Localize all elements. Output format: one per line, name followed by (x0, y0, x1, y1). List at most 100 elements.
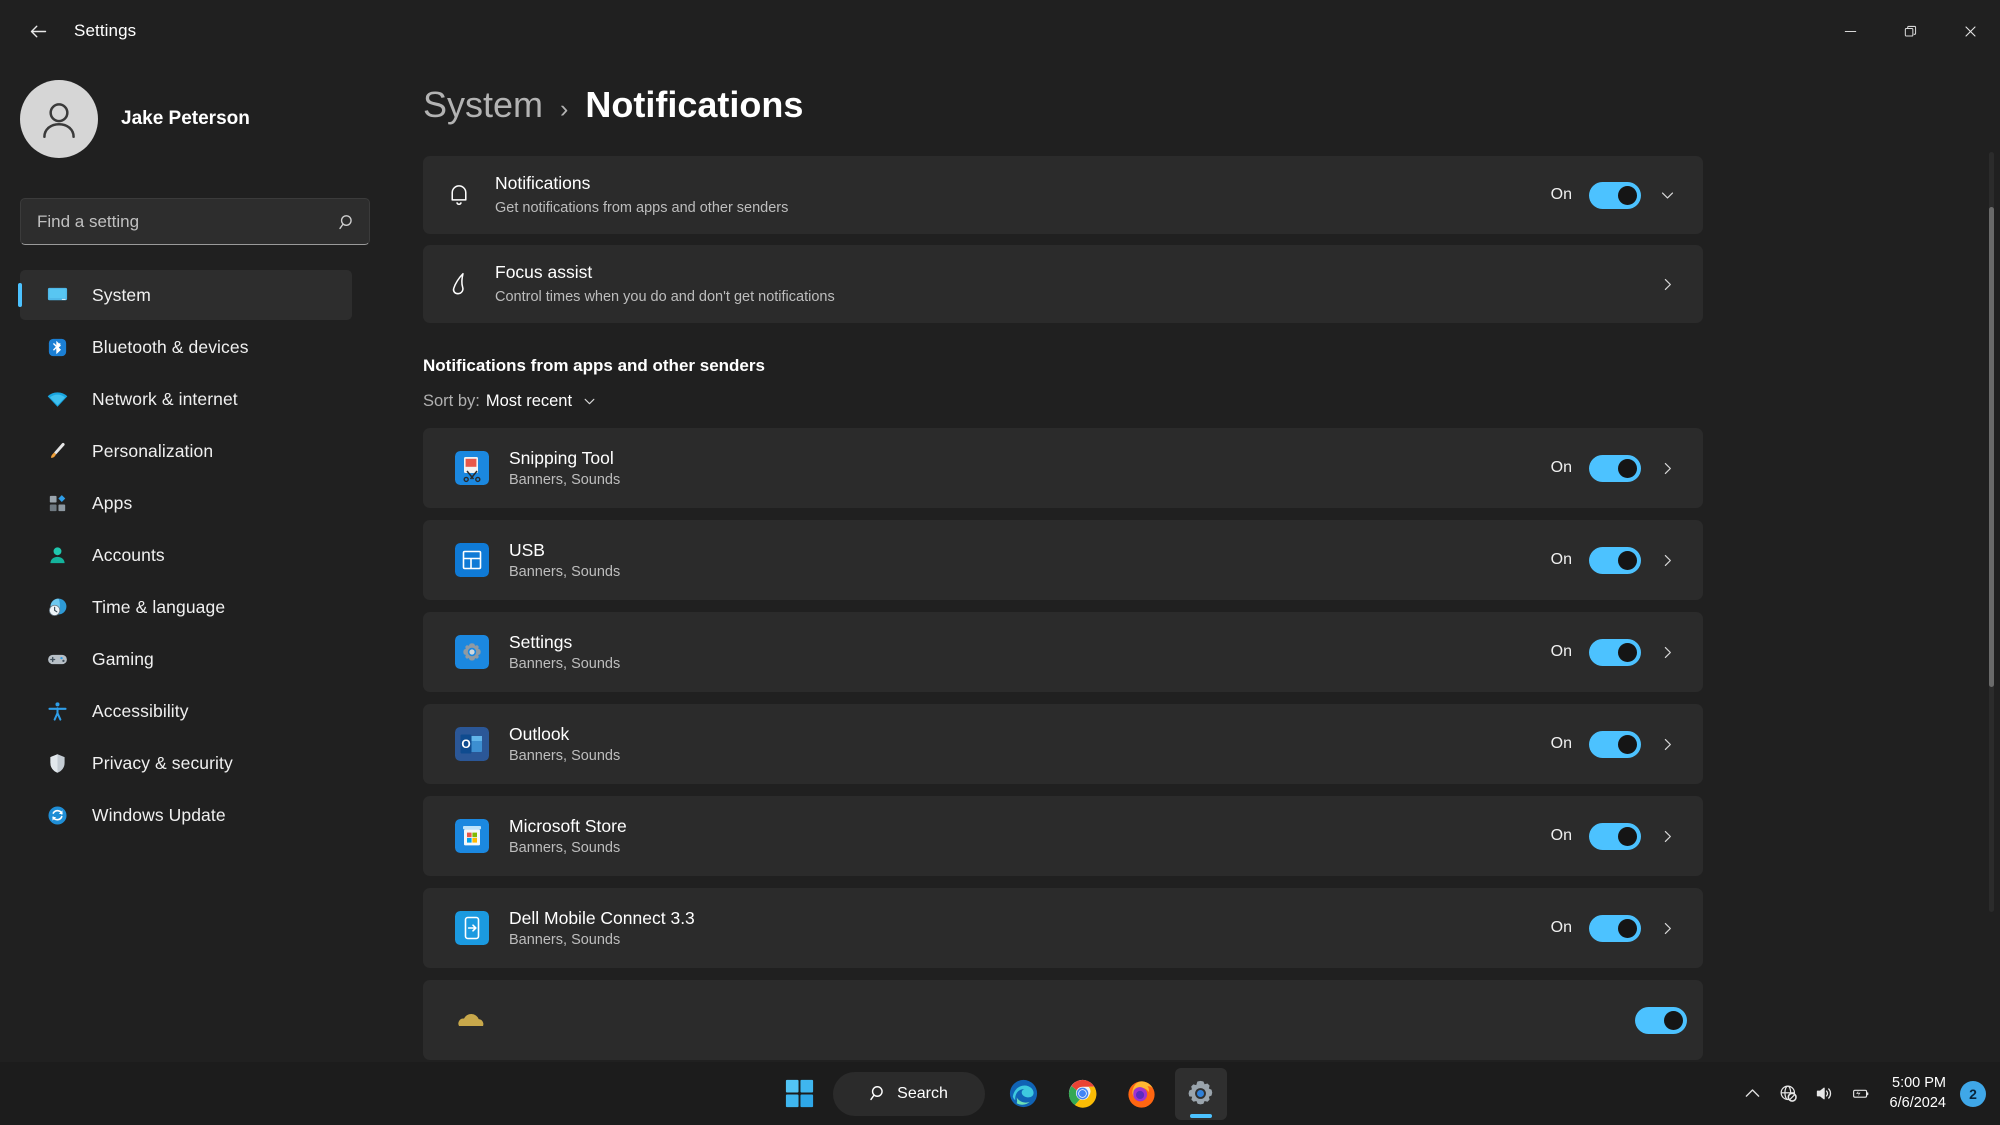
sidebar-item-label: Accounts (92, 544, 165, 565)
bell-icon (423, 181, 495, 209)
sidebar-item-label: Gaming (92, 648, 154, 669)
sidebar-item-privacy-security[interactable]: Privacy & security (20, 738, 352, 788)
scrollbar[interactable] (1989, 152, 1994, 912)
app-toggle[interactable] (1589, 546, 1641, 574)
app-toggle[interactable] (1589, 454, 1641, 482)
clock[interactable]: 5:00 PM 6/6/2024 (1890, 1074, 1946, 1113)
chevron-right-icon (1664, 278, 1671, 290)
app-info: Dell Mobile Connect 3.3 Banners, Sounds (509, 906, 1551, 951)
sidebar-item-bluetooth-devices[interactable]: Bluetooth & devices (20, 322, 352, 372)
chevron-right-icon (1664, 738, 1671, 750)
app-info: Snipping Tool Banners, Sounds (509, 446, 1551, 491)
taskbar-app-chrome[interactable] (1057, 1068, 1109, 1120)
app-toggle[interactable] (1589, 822, 1641, 850)
toggle-knob (1664, 1010, 1683, 1030)
app-row-partial[interactable] (423, 980, 1703, 1060)
sort-control[interactable]: Sort by: Most recent (423, 392, 2000, 411)
toggle-state-label: On (1550, 551, 1572, 568)
sidebar-item-accessibility[interactable]: Accessibility (20, 686, 352, 736)
sidebar-item-apps[interactable]: Apps (20, 478, 352, 528)
app-details-button[interactable] (1647, 724, 1687, 764)
open-focus-assist-button[interactable] (1647, 264, 1687, 304)
search-icon (338, 214, 352, 229)
taskbar-app-edge[interactable] (998, 1068, 1050, 1120)
search-button[interactable] (334, 209, 360, 235)
app-row-microsoft-store[interactable]: Microsoft Store Banners, Sounds On (423, 796, 1703, 876)
app-details-button[interactable] (1647, 540, 1687, 580)
clock-globe-icon (44, 594, 70, 620)
sidebar-item-accounts[interactable]: Accounts (20, 530, 352, 580)
toggle-knob (1618, 918, 1637, 938)
user-profile[interactable]: Jake Peterson (0, 62, 372, 158)
restore-button[interactable] (1880, 0, 1940, 62)
breadcrumb-parent[interactable]: System (423, 84, 543, 126)
tray-overflow-button[interactable] (1736, 1072, 1770, 1116)
scrollbar-thumb[interactable] (1989, 207, 1994, 687)
search-input[interactable] (20, 198, 370, 245)
app-row-snipping-tool[interactable]: Snipping Tool Banners, Sounds On (423, 428, 1703, 508)
app-details-button[interactable] (1647, 632, 1687, 672)
sidebar-item-system[interactable]: System (18, 270, 352, 320)
back-button[interactable] (14, 11, 62, 51)
app-modes: Banners, Sounds (509, 932, 621, 949)
sidebar-item-time-language[interactable]: Time & language (20, 582, 352, 632)
notification-badge[interactable]: 2 (1960, 1080, 1986, 1107)
taskbar-app-settings[interactable] (1174, 1067, 1227, 1120)
taskbar-center: Search (774, 1067, 1227, 1120)
app-details-button[interactable] (1647, 448, 1687, 488)
app-name: Outlook (509, 723, 570, 744)
dell-mobile-connect-icon (455, 911, 489, 945)
toggle-state-label: On (1550, 186, 1572, 203)
tray-network-button[interactable] (1772, 1072, 1806, 1116)
minimize-button[interactable] (1820, 0, 1880, 62)
onedrive-icon (455, 1003, 489, 1037)
sidebar-item-label: Bluetooth & devices (92, 336, 249, 357)
app-name: Settings (509, 631, 573, 652)
app-details-button[interactable] (1647, 816, 1687, 856)
sidebar: Jake Peterson System Bluetooth (0, 62, 372, 1062)
tray-battery-button[interactable] (1844, 1072, 1878, 1116)
app-toggle[interactable] (1589, 730, 1641, 758)
app-row-settings[interactable]: Settings Banners, Sounds On (423, 612, 1703, 692)
app-toggle[interactable] (1635, 1006, 1687, 1034)
firefox-icon (1128, 1081, 1155, 1108)
focus-assist-card[interactable]: Focus assist Control times when you do a… (423, 245, 1703, 323)
close-button[interactable] (1940, 0, 2000, 62)
sidebar-item-label: Time & language (92, 596, 226, 617)
sidebar-item-label: Privacy & security (92, 752, 233, 773)
accessibility-person-icon (44, 698, 70, 724)
settings-gear-icon (455, 635, 489, 669)
expand-button[interactable] (1647, 175, 1687, 215)
window-controls (1820, 0, 2000, 62)
sidebar-item-gaming[interactable]: Gaming (20, 634, 352, 684)
chevron-down-icon (1661, 191, 1673, 199)
speaker-icon (1816, 1087, 1832, 1100)
toggle-knob (1618, 642, 1637, 662)
chevron-right-icon (1664, 554, 1671, 566)
notifications-toggle[interactable] (1589, 181, 1641, 209)
app-row-outlook[interactable]: O Outlook Banners, Sounds On (423, 704, 1703, 784)
clock-date: 6/6/2024 (1889, 1094, 1946, 1111)
taskbar-app-firefox[interactable] (1116, 1068, 1168, 1120)
wifi-icon (44, 386, 70, 412)
sidebar-item-personalization[interactable]: Personalization (20, 426, 352, 476)
shield-icon (44, 750, 70, 776)
tray-volume-button[interactable] (1808, 1072, 1842, 1116)
sidebar-item-label: Apps (92, 492, 133, 513)
app-details-button[interactable] (1647, 908, 1687, 948)
globe-no-internet-icon (1780, 1085, 1797, 1102)
app-toggle[interactable] (1589, 914, 1641, 942)
notifications-card[interactable]: Notifications Get notifications from app… (423, 156, 1703, 234)
app-controls: On (1551, 816, 1703, 856)
avatar (20, 80, 98, 158)
app-row-usb[interactable]: USB Banners, Sounds On (423, 520, 1703, 600)
sidebar-item-network-internet[interactable]: Network & internet (20, 374, 352, 424)
toggle-knob (1618, 826, 1637, 846)
toggle-state-label: On (1550, 827, 1572, 844)
sidebar-item-windows-update[interactable]: Windows Update (20, 790, 352, 840)
sort-label: Sort by: (423, 392, 480, 410)
start-button[interactable] (774, 1068, 826, 1120)
app-row-dell-mobile-connect[interactable]: Dell Mobile Connect 3.3 Banners, Sounds … (423, 888, 1703, 968)
app-toggle[interactable] (1589, 638, 1641, 666)
taskbar-search-button[interactable]: Search (832, 1071, 985, 1116)
